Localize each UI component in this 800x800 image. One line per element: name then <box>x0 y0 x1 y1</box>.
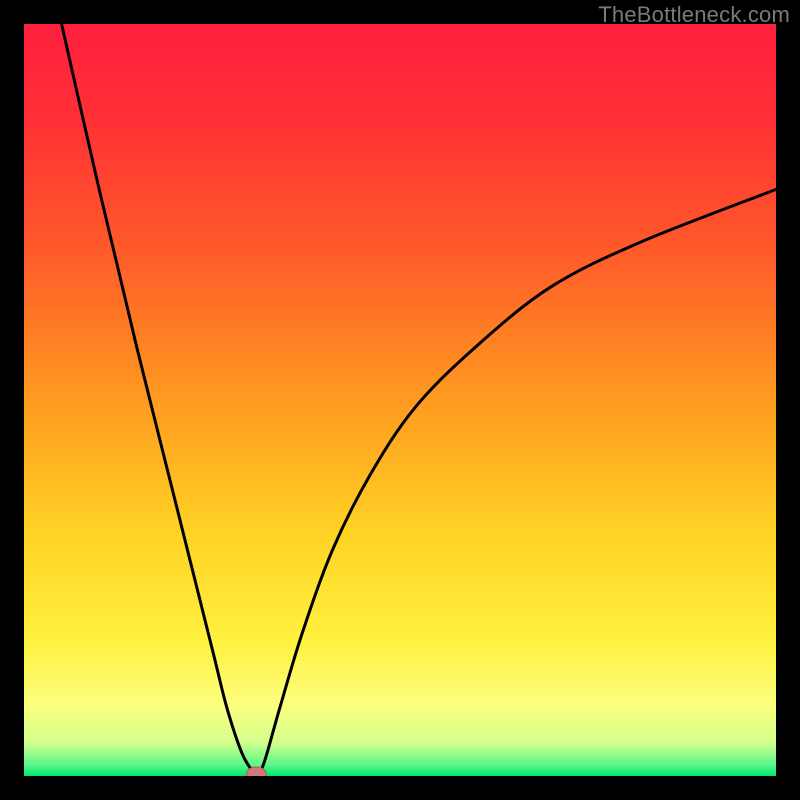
bottleneck-chart <box>24 24 776 776</box>
gradient-background <box>24 24 776 776</box>
optimum-marker <box>247 767 267 776</box>
attribution-text: TheBottleneck.com <box>598 2 790 28</box>
chart-frame <box>24 24 776 776</box>
